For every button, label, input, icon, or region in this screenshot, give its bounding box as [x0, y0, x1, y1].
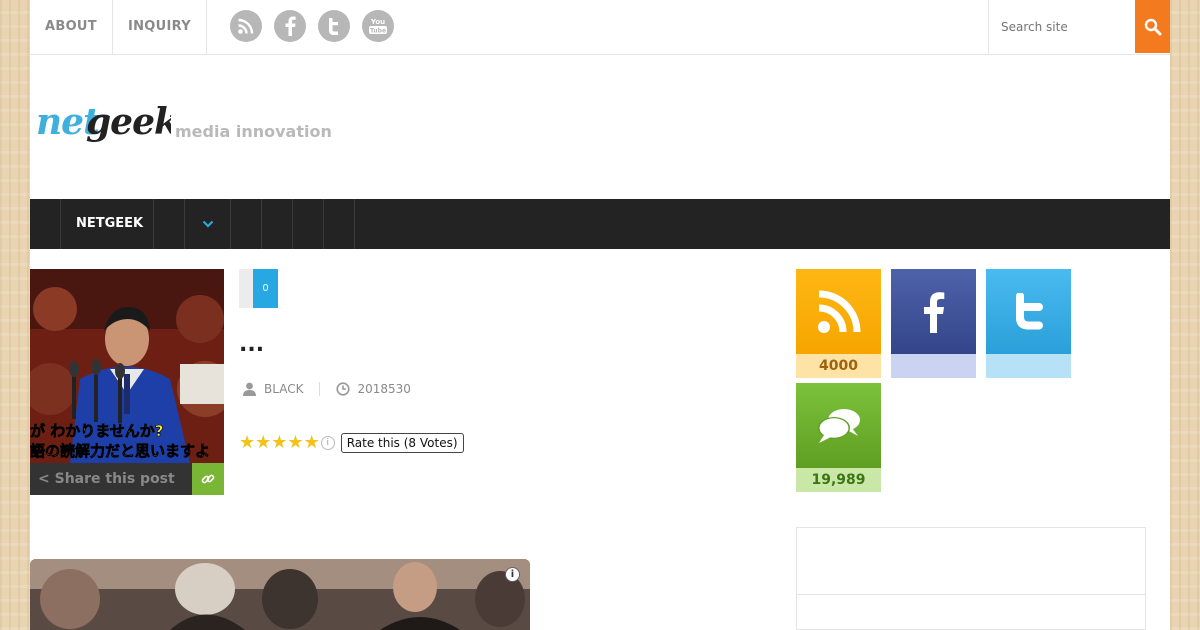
- ad-image[interactable]: i: [30, 559, 530, 630]
- post-meta: BLACK 2018530: [242, 382, 411, 396]
- chevron-down-icon: [202, 220, 213, 228]
- share-icon: <: [38, 471, 50, 487]
- link-icon: [201, 474, 215, 484]
- search-button[interactable]: [1135, 0, 1170, 53]
- youtube-icon[interactable]: You Tube: [362, 10, 394, 42]
- meta-divider: [319, 382, 321, 396]
- rss-count: 4000: [796, 354, 881, 378]
- nav-item-label: NETGEEK: [76, 216, 144, 231]
- nav-item-empty[interactable]: [323, 199, 354, 249]
- permalink-button[interactable]: [192, 463, 224, 495]
- twitter-icon[interactable]: [318, 10, 350, 42]
- ad-info-icon[interactable]: i: [505, 567, 520, 582]
- nav-about-link[interactable]: ABOUT: [30, 0, 113, 54]
- comment-count-tab: [239, 269, 253, 308]
- sidebar-widget: [796, 527, 1146, 630]
- nav-inquiry-link[interactable]: INQUIRY: [113, 0, 207, 54]
- rating-star[interactable]: ★: [271, 433, 287, 453]
- rating-tooltip: Rate this (8 Votes): [340, 433, 464, 453]
- post-thumbnail[interactable]: が わかりませんか? 語の読解力だと思いますよ: [30, 269, 224, 463]
- twitter-tile-box: [986, 269, 1071, 354]
- svg-text:geek: geek: [86, 101, 171, 143]
- twitter-tile[interactable]: [986, 269, 1071, 378]
- caption-line-1: が わかりませんか?: [30, 422, 163, 440]
- clock-icon: [336, 382, 351, 396]
- rss-icon[interactable]: [230, 10, 262, 42]
- rss-tile-box: [796, 269, 881, 354]
- site-logo[interactable]: net geek: [36, 96, 179, 160]
- nav-item-empty[interactable]: [292, 199, 323, 249]
- post-author[interactable]: BLACK: [264, 382, 303, 396]
- social-icons: You Tube: [230, 10, 394, 42]
- nav-item-empty[interactable]: [261, 199, 292, 249]
- user-icon: [243, 382, 256, 396]
- nav-divider: [354, 199, 355, 249]
- nav-item-empty[interactable]: [230, 199, 261, 249]
- main-nav: NETGEEK: [30, 199, 1170, 249]
- search-icon: [1144, 18, 1161, 35]
- comment-count-badge[interactable]: 0: [239, 269, 278, 308]
- rating-widget: ★ ★ ★ ★ ★ i Rate this (8 Votes): [239, 433, 464, 453]
- comments-tile-box: [796, 383, 881, 468]
- comments-icon: [817, 408, 860, 443]
- search-input[interactable]: [989, 0, 1135, 54]
- rss-tile[interactable]: 4000: [796, 269, 881, 378]
- nav-dropdown-toggle[interactable]: [184, 199, 230, 249]
- twitter-count: [986, 354, 1071, 378]
- search-box: [988, 0, 1135, 54]
- comments-tile[interactable]: 19,989: [796, 383, 881, 492]
- facebook-count: [891, 354, 976, 378]
- rss-icon: [817, 290, 860, 333]
- rating-star[interactable]: ★: [239, 433, 255, 453]
- site-tagline: media innovation: [175, 122, 332, 141]
- twitter-icon: [1015, 292, 1043, 329]
- rating-star[interactable]: ★: [287, 433, 303, 453]
- rating-star[interactable]: ★: [255, 433, 271, 453]
- facebook-tile[interactable]: [891, 269, 976, 378]
- svg-text:You: You: [370, 18, 385, 26]
- nav-item-empty[interactable]: [153, 199, 184, 249]
- widget-divider: [797, 594, 1145, 595]
- post-date: 2018530: [357, 382, 411, 396]
- facebook-tile-box: [891, 269, 976, 354]
- nav-item-netgeek[interactable]: NETGEEK: [60, 199, 153, 249]
- share-post-button[interactable]: < Share this post: [30, 463, 192, 495]
- top-bar: ABOUT INQUIRY You Tube Search site: [30, 0, 1170, 55]
- rating-star[interactable]: ★: [304, 433, 320, 453]
- top-nav: ABOUT INQUIRY: [30, 0, 207, 54]
- svg-text:Tube: Tube: [370, 28, 386, 35]
- share-label: Share this post: [54, 471, 175, 487]
- facebook-icon[interactable]: [274, 10, 306, 42]
- facebook-icon: [923, 291, 944, 333]
- comment-count: 0: [253, 269, 278, 308]
- caption-line-2: 語の読解力だと思いますよ: [30, 442, 210, 460]
- page: ABOUT INQUIRY You Tube Search site net g…: [30, 0, 1170, 630]
- comments-count: 19,989: [796, 468, 881, 492]
- post-title[interactable]: ...: [239, 332, 264, 357]
- rating-info-icon[interactable]: i: [320, 436, 335, 450]
